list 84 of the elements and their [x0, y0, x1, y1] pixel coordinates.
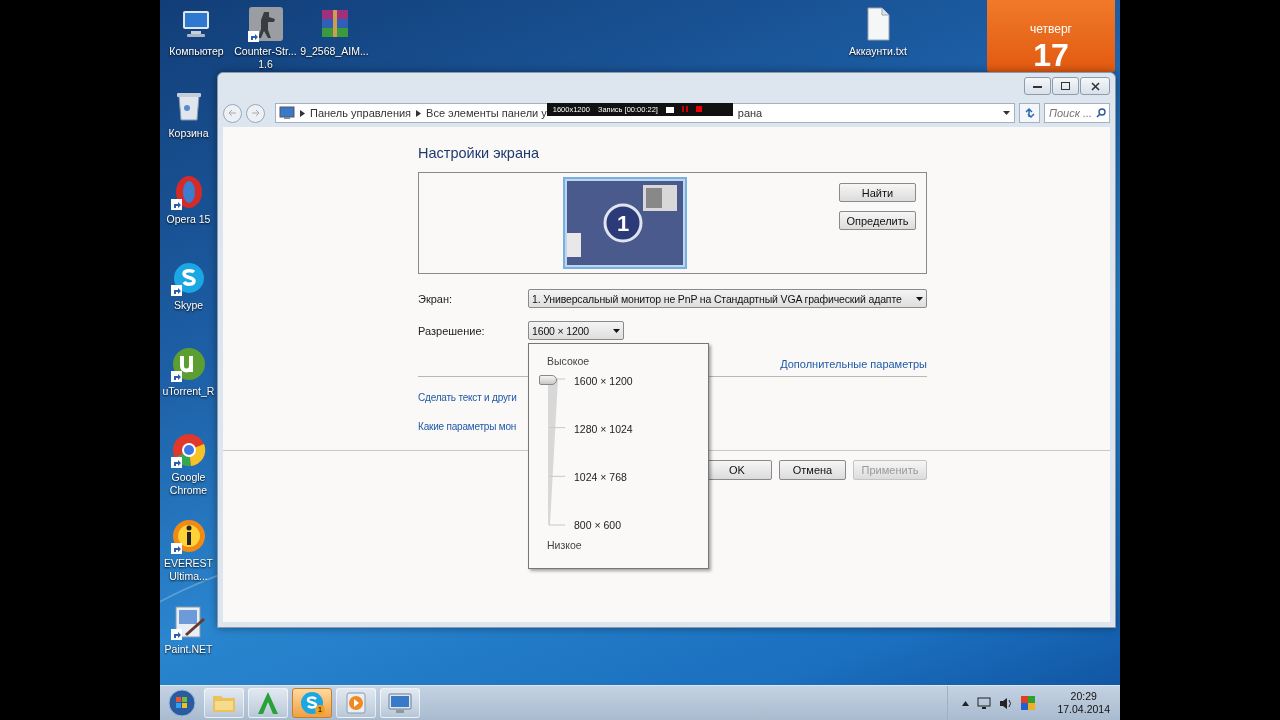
advanced-settings-link[interactable]: Дополнительные параметры [780, 358, 927, 370]
shortcut-arrow-icon [247, 31, 259, 42]
forward-arrow-icon [251, 109, 260, 117]
camera-icon[interactable] [665, 105, 674, 113]
breadcrumb[interactable]: Все элементы панели у [426, 107, 547, 119]
taskbar-app-button[interactable]: 1 [292, 688, 332, 718]
back-arrow-icon [228, 109, 237, 117]
show-hidden-icons-icon[interactable] [962, 700, 970, 706]
desktop-icon-label[interactable]: EVEREST Ultima... [160, 557, 217, 583]
taskbar-app-button[interactable] [380, 688, 420, 718]
desktop-icon-label[interactable]: Компьютер [169, 45, 224, 58]
desktop-icon-label[interactable]: uTorrent_R [162, 385, 215, 398]
preview-button[interactable]: Определить [839, 211, 916, 230]
dialog-button[interactable]: Отмена [779, 460, 846, 480]
page-title: Настройки экрана [418, 145, 541, 161]
help-link[interactable]: Сделать текст и други [418, 392, 517, 403]
shortcut-arrow-icon [170, 371, 182, 382]
field-label: Разрешение: [418, 324, 486, 337]
breadcrumb[interactable]: рана [737, 107, 763, 119]
stop-icon[interactable] [695, 106, 702, 112]
search-icon [1096, 108, 1106, 118]
dropdown-arrow-icon [613, 328, 620, 333]
desktop-icon-label[interactable]: 9_2568_AIM... [300, 45, 369, 58]
refresh-icon [1023, 107, 1036, 119]
skype-icon [299, 690, 325, 716]
shortcut-arrow-icon [170, 457, 182, 468]
high-label: Высокое [547, 355, 591, 367]
desktop-icon-label[interactable]: Skype [173, 299, 204, 312]
pause-icon[interactable] [681, 106, 688, 112]
taskbar-app-button[interactable] [248, 688, 288, 718]
network-icon[interactable] [977, 696, 992, 710]
refresh-button[interactable] [1019, 103, 1040, 123]
desktop-icon-label[interactable]: Counter-Str... 1.6 [231, 45, 300, 71]
dropdown-arrow-icon [916, 296, 923, 301]
day-number: 17 [1033, 40, 1069, 70]
dropdown[interactable]: 1. Универсальный монитор не PnP на Стандартный VGA графический адапте [528, 289, 927, 308]
help-link[interactable]: Какие параметры мон [418, 421, 517, 432]
triangle-letter-icon [255, 690, 281, 716]
field-label: Экран: [418, 292, 454, 305]
taskbar-app-button[interactable] [336, 688, 376, 718]
colorful-tray-icon[interactable] [1021, 696, 1036, 710]
breadcrumb-arrow-icon [300, 109, 305, 117]
display-number: 1 [616, 211, 630, 236]
search-field[interactable]: Поиск ... [1044, 103, 1110, 123]
desktop-icon-label[interactable]: Paint.NET [164, 643, 213, 656]
desktop-icon-label[interactable]: Корзина [168, 127, 209, 140]
minimize-icon [1033, 84, 1042, 88]
weekday-text: четверг [1030, 22, 1072, 36]
monitor-drawing[interactable]: 1 [563, 177, 687, 269]
shortcut-arrow-icon [170, 285, 182, 296]
display-settings-icon [387, 690, 413, 716]
shortcut-arrow-icon [170, 629, 182, 640]
desktop-icon-label[interactable]: Opera 15 [166, 213, 211, 226]
breadcrumb[interactable]: Панель управления [310, 107, 412, 119]
start-button[interactable] [168, 689, 196, 717]
maximize-button[interactable] [1052, 77, 1079, 95]
resolution-option[interactable]: 800 × 600 [574, 519, 633, 531]
minimize-button[interactable] [1024, 77, 1051, 95]
resolution-option[interactable]: 1600 × 1200 [574, 375, 633, 387]
maximize-icon [1061, 82, 1070, 90]
clock-time[interactable]: 20:29 [1070, 690, 1097, 703]
play-icon [343, 690, 369, 716]
shortcut-arrow-icon [170, 543, 182, 554]
clock-date[interactable]: 17.04.2014 [1057, 703, 1110, 716]
torrent-icon [170, 346, 207, 382]
low-label: Низкое [547, 539, 583, 551]
breadcrumb-arrow-icon [416, 109, 422, 117]
dropdown-arrow-icon[interactable] [1003, 111, 1010, 115]
soldier-icon [247, 6, 284, 42]
shortcut-arrow-icon [170, 199, 182, 210]
resolution-option[interactable]: 1024 × 768 [574, 471, 633, 483]
slider-thumb[interactable] [539, 375, 557, 385]
control-panel-icon [279, 106, 295, 120]
resolution-option[interactable]: 1280 × 1024 [574, 423, 633, 435]
close-icon [1090, 81, 1100, 91]
desktop-icon-label[interactable]: Аккаунти.txt [849, 45, 907, 58]
chrome-icon [170, 432, 207, 468]
volume-icon[interactable] [999, 696, 1014, 710]
dropdown[interactable]: 1600 × 1200 [528, 321, 624, 340]
desktop-icon-label[interactable]: Google Chrome [160, 471, 217, 497]
notification-badge: 1 [315, 705, 325, 715]
info-icon [170, 518, 207, 554]
close-button[interactable] [1080, 77, 1110, 95]
preview-button[interactable]: Найти [839, 183, 916, 202]
